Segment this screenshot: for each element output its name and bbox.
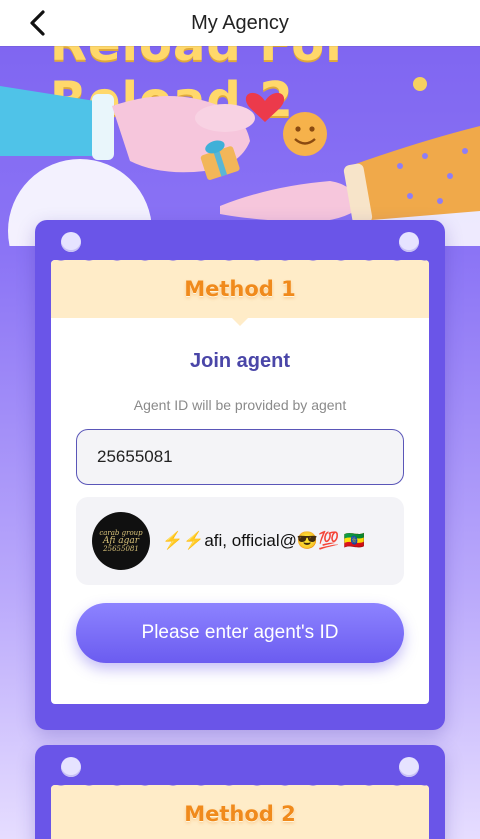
scallop-edge (51, 785, 429, 794)
method-2-title: Method 2 (184, 802, 296, 826)
method-1-header: Method 1 (51, 260, 429, 326)
pin-decoration (399, 232, 419, 252)
page-title: My Agency (191, 11, 289, 34)
agent-avatar: carab group Afi agar 25655081 (92, 512, 150, 570)
chevron-left-icon (30, 10, 45, 36)
enter-agent-id-button[interactable]: Please enter agent's ID (76, 603, 404, 663)
pin-decoration (61, 232, 81, 252)
pin-decoration (61, 757, 81, 777)
avatar-text-line: Afi agar (103, 536, 139, 546)
method-2-header: Method 2 (51, 785, 429, 839)
agent-id-hint: Agent ID will be provided by agent (133, 397, 347, 413)
pin-decoration (399, 757, 419, 777)
header-notch (231, 317, 249, 326)
top-nav-bar: My Agency (0, 0, 480, 46)
agent-id-input[interactable] (76, 429, 404, 485)
join-agent-title: Join agent (189, 350, 290, 372)
back-button[interactable] (20, 5, 56, 41)
agent-result-row[interactable]: carab group Afi agar 25655081 ⚡⚡afi, off… (76, 497, 404, 585)
method-1-title: Method 1 (184, 277, 296, 301)
method-2-card: Method 2 (35, 745, 445, 839)
method-2-panel: Method 2 (51, 785, 429, 839)
method-1-card: Method 1 Join agent Agent ID will be pro… (35, 220, 445, 730)
agent-name: ⚡⚡afi, official@😎💯 🇪🇹 (162, 531, 366, 550)
method-1-panel: Method 1 Join agent Agent ID will be pro… (51, 260, 429, 704)
avatar-text-line: 25655081 (103, 545, 139, 553)
scallop-edge (51, 260, 429, 269)
hero-illustration: Reload For Reload 2 (0, 46, 480, 246)
